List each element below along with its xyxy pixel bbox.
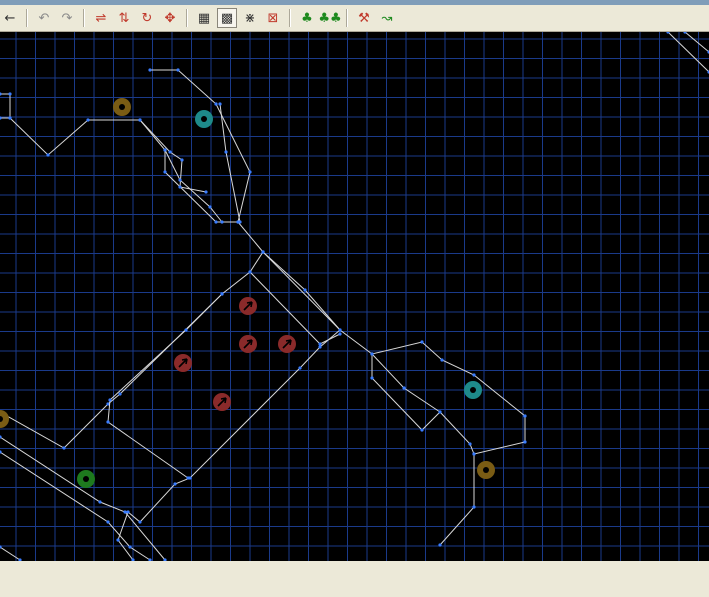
toolbar-separator xyxy=(186,9,188,27)
vertex xyxy=(148,68,152,72)
vertex xyxy=(220,292,224,296)
thing-marker-hole xyxy=(201,116,207,122)
vertex xyxy=(186,476,190,480)
vertex xyxy=(176,68,180,72)
vertex xyxy=(138,118,142,122)
vertex xyxy=(86,118,90,122)
map-viewport[interactable] xyxy=(0,30,709,562)
flip-vertical-icon[interactable]: ⇅ xyxy=(114,8,134,28)
back-arrow-icon[interactable]: ← xyxy=(0,8,20,28)
vertex xyxy=(472,505,476,509)
vertex xyxy=(370,376,374,380)
grid-snap-icon[interactable]: ▩ xyxy=(217,8,237,28)
vertex xyxy=(303,288,307,292)
thing-marker-hole xyxy=(470,387,476,393)
vertex xyxy=(440,358,444,362)
tools-icon[interactable]: ⚒ xyxy=(354,8,374,28)
vertex xyxy=(8,116,12,120)
thing-marker-hole xyxy=(119,104,125,110)
vertex xyxy=(108,398,112,402)
trees-icon[interactable]: ♣♣ xyxy=(318,8,341,28)
vertex xyxy=(128,545,132,549)
vertex xyxy=(106,520,110,524)
map-background xyxy=(0,32,709,561)
vertex xyxy=(138,520,142,524)
close-map-icon[interactable]: ⊠ xyxy=(263,8,283,28)
redo-icon[interactable]: ↷ xyxy=(57,8,77,28)
vertex xyxy=(218,102,222,106)
tree-icon[interactable]: ♣ xyxy=(297,8,317,28)
vertex xyxy=(248,170,252,174)
merge-points-icon[interactable]: ⋇ xyxy=(240,8,260,28)
vertex xyxy=(116,538,120,542)
vertex xyxy=(468,442,472,446)
path-icon[interactable]: ↝ xyxy=(377,8,397,28)
vertex xyxy=(420,340,424,344)
toolbar-separator xyxy=(289,9,291,27)
vertex xyxy=(224,150,228,154)
vertex xyxy=(168,150,172,154)
vertex xyxy=(163,170,167,174)
map-canvas[interactable] xyxy=(0,30,709,562)
vertex xyxy=(370,352,374,356)
vertex xyxy=(420,428,424,432)
vertex xyxy=(8,92,12,96)
grid-icon[interactable]: ▦ xyxy=(194,8,214,28)
vertex xyxy=(438,543,442,547)
vertex xyxy=(261,250,265,254)
vertex xyxy=(184,328,188,332)
vertex xyxy=(523,414,527,418)
vertex xyxy=(220,220,224,224)
toolbar-separator xyxy=(83,9,85,27)
vertex xyxy=(173,482,177,486)
vertex xyxy=(46,153,50,157)
rotate-icon[interactable]: ↻ xyxy=(137,8,157,28)
vertex xyxy=(62,446,66,450)
vertex xyxy=(238,220,242,224)
vertex xyxy=(338,328,342,332)
thing-marker-hole xyxy=(483,467,489,473)
vertex xyxy=(214,102,218,106)
vertex xyxy=(523,440,527,444)
flip-horizontal-icon[interactable]: ⇌ xyxy=(91,8,111,28)
vertex xyxy=(318,342,322,346)
vertex xyxy=(472,452,476,456)
toolbar-separator xyxy=(26,9,28,27)
vertex xyxy=(123,510,127,514)
vertex xyxy=(126,510,130,514)
vertex xyxy=(402,386,406,390)
vertex xyxy=(178,178,182,182)
status-bar xyxy=(0,561,709,597)
vertex xyxy=(204,190,208,194)
move-icon[interactable]: ✥ xyxy=(160,8,180,28)
vertex xyxy=(298,366,302,370)
vertex xyxy=(98,500,102,504)
vertex xyxy=(248,270,252,274)
toolbar-separator xyxy=(346,9,348,27)
vertex xyxy=(472,373,476,377)
undo-icon[interactable]: ↶ xyxy=(34,8,54,28)
vertex xyxy=(318,345,322,349)
vertex xyxy=(106,420,110,424)
vertex xyxy=(118,392,122,396)
vertex xyxy=(338,332,342,336)
vertex xyxy=(163,148,167,152)
vertex xyxy=(438,410,442,414)
vertex xyxy=(214,220,218,224)
vertex xyxy=(208,205,212,209)
toolbar: ← ↶ ↷ ⇌ ⇅ ↻ ✥ ▦ ▩ ⋇ ⊠ ♣ ♣♣ ⚒ ↝ xyxy=(0,5,709,32)
vertex xyxy=(178,185,182,189)
thing-marker-hole xyxy=(83,476,89,482)
vertex xyxy=(180,158,184,162)
